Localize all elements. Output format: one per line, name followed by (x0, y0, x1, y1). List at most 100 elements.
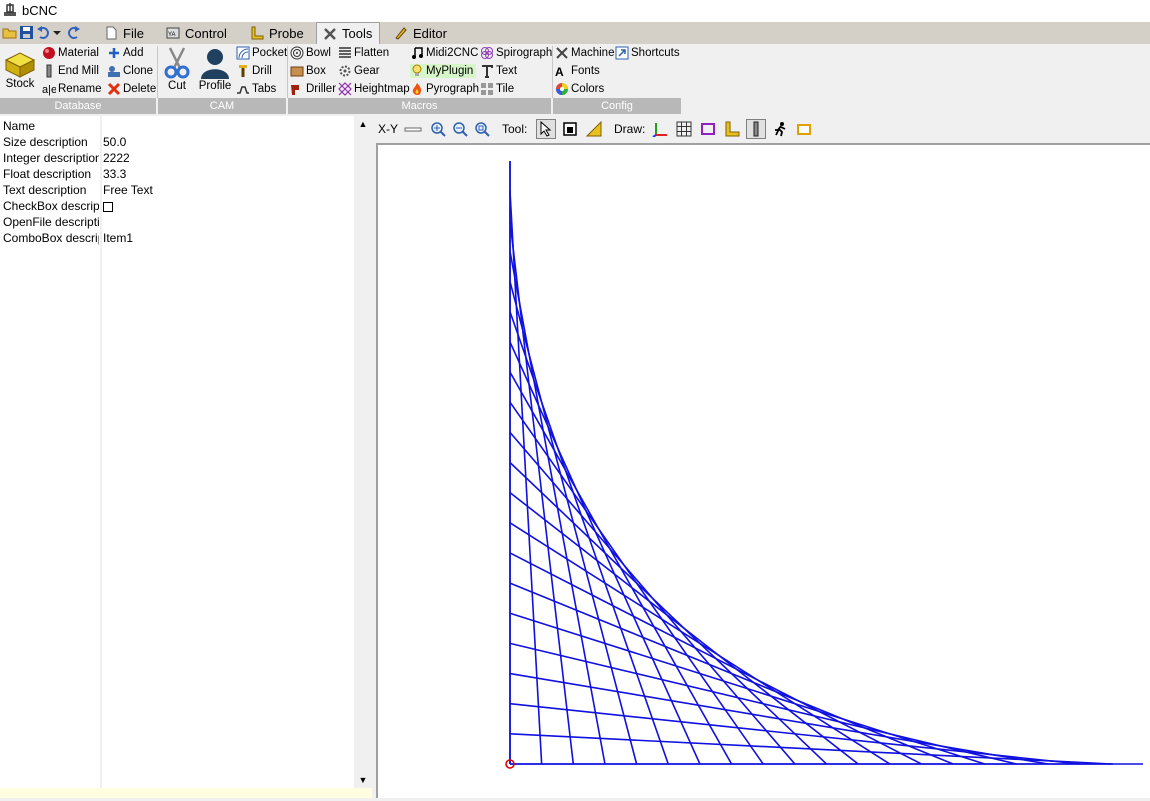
open-folder-icon[interactable] (2, 25, 17, 40)
macros-group-label: Macros (288, 98, 551, 114)
cursor-icon (540, 121, 552, 137)
property-value[interactable]: 50.0 (103, 135, 126, 149)
property-value[interactable]: 33.3 (103, 167, 126, 181)
shortcuts-label: Shortcuts (631, 47, 680, 59)
tile-button[interactable]: Tile (480, 82, 514, 96)
draw-workarea-toggle[interactable] (746, 119, 766, 139)
checkbox[interactable] (103, 202, 113, 212)
tab-probe[interactable]: Probe (244, 22, 310, 44)
property-key: ComboBox description (3, 231, 99, 245)
box-button[interactable]: Box (290, 64, 326, 78)
property-checkbox[interactable] (103, 199, 113, 215)
heightmap-label: Heightmap (354, 83, 410, 95)
machine-button[interactable]: Machine (555, 46, 614, 60)
draw-probe-toggle[interactable] (722, 119, 742, 139)
draw-grid-toggle[interactable] (674, 119, 694, 139)
tabs-label: Tabs (252, 83, 277, 95)
undo-icon[interactable] (36, 25, 51, 40)
property-row[interactable]: Integer description 2222 (3, 151, 353, 167)
draw-paths-toggle[interactable] (794, 119, 814, 139)
tabs-button[interactable]: Tabs (236, 82, 276, 96)
property-row[interactable]: ComboBox description Item1 (3, 231, 353, 247)
tab-probe-label: Probe (269, 25, 304, 41)
view-select[interactable]: X-Y (378, 122, 398, 136)
ruler-tool-button[interactable] (584, 119, 604, 139)
probe-icon (251, 26, 264, 40)
heightmap-icon (338, 82, 352, 96)
property-row[interactable]: Name (3, 119, 353, 135)
pan-tool-button[interactable] (560, 119, 580, 139)
ruler-icon (586, 121, 602, 137)
flame-icon (412, 83, 421, 96)
add-button[interactable]: Add (107, 46, 143, 60)
tab-control[interactable]: YA Control (160, 22, 234, 44)
redo-icon[interactable] (66, 25, 81, 40)
flatten-button[interactable]: Flatten (338, 46, 389, 60)
property-value[interactable]: Item1 (103, 231, 133, 245)
tab-control-label: Control (185, 25, 227, 41)
heightmap-button[interactable]: Heightmap (338, 82, 410, 96)
probe-icon (725, 121, 740, 137)
tab-editor[interactable]: Editor (388, 22, 454, 44)
gcode-canvas[interactable] (376, 143, 1150, 798)
property-value[interactable]: 2222 (103, 151, 130, 165)
draw-label: Draw: (614, 122, 646, 136)
stock-button[interactable]: Stock (3, 48, 37, 90)
bowl-button[interactable]: Bowl (290, 46, 331, 60)
color-wheel-icon (556, 83, 568, 95)
draw-rapid-toggle[interactable] (770, 119, 790, 139)
clone-label: Clone (123, 65, 154, 77)
add-icon (109, 48, 119, 58)
separator (552, 46, 553, 98)
gear-button[interactable]: Gear (338, 64, 380, 78)
properties-scrollbar[interactable]: ▲ ▼ (354, 116, 372, 788)
scroll-down-icon[interactable]: ▼ (354, 772, 372, 788)
zoom-out-button[interactable] (450, 119, 470, 139)
pocket-button[interactable]: Pocket (236, 46, 287, 60)
profile-button[interactable]: Profile (196, 46, 234, 92)
music-note-icon (412, 47, 423, 59)
property-row[interactable]: OpenFile description (3, 215, 353, 231)
zoom-in-button[interactable] (428, 119, 448, 139)
cut-button[interactable]: Cut (162, 46, 192, 92)
property-row[interactable]: CheckBox description (3, 199, 353, 215)
view-dropdown-icon[interactable] (404, 124, 422, 134)
material-button[interactable]: Material (42, 46, 99, 60)
driller-button[interactable]: Driller (290, 82, 336, 96)
endmill-icon (753, 121, 759, 137)
tab-editor-label: Editor (413, 25, 447, 41)
fonts-button[interactable]: A Fonts (555, 64, 600, 78)
myplugin-button[interactable]: MyPlugin (410, 64, 476, 78)
end-mill-button[interactable]: End Mill (42, 64, 99, 78)
property-key: Text description (3, 183, 87, 197)
material-label: Material (58, 47, 99, 59)
tab-tools[interactable]: Tools (316, 22, 380, 44)
pyrograph-button[interactable]: Pyrograph (410, 82, 479, 96)
cut-label: Cut (168, 80, 186, 92)
delete-button[interactable]: Delete (107, 82, 156, 96)
text-label: Text (496, 65, 518, 77)
draw-margin-toggle[interactable] (698, 119, 718, 139)
chevron-down-icon[interactable] (52, 25, 62, 40)
property-row[interactable]: Size description 50.0 (3, 135, 353, 151)
spirograph-button[interactable]: Spirograph (480, 46, 552, 60)
select-tool-button[interactable] (536, 119, 556, 139)
scroll-up-icon[interactable]: ▲ (354, 116, 372, 132)
draw-axes-toggle[interactable] (650, 119, 670, 139)
save-icon[interactable] (19, 25, 34, 40)
tab-file[interactable]: File (98, 22, 154, 44)
bowl-label: Bowl (306, 47, 331, 59)
drill-button[interactable]: Drill (236, 64, 272, 78)
midi2cnc-button[interactable]: Midi2CNC (410, 46, 478, 60)
property-value[interactable]: Free Text (103, 183, 153, 197)
property-row[interactable]: Float description 33.3 (3, 167, 353, 183)
toolpath-drawing (505, 161, 1143, 769)
text-button[interactable]: Text (480, 64, 517, 78)
colors-button[interactable]: Colors (555, 82, 604, 96)
shortcuts-button[interactable]: Shortcuts (615, 46, 680, 60)
rename-button[interactable]: a|e Rename (42, 82, 101, 96)
zoom-fit-button[interactable] (472, 119, 492, 139)
clone-button[interactable]: Clone (107, 64, 153, 78)
property-row[interactable]: Text description Free Text (3, 183, 353, 199)
toolpath-segment (509, 702, 1080, 765)
